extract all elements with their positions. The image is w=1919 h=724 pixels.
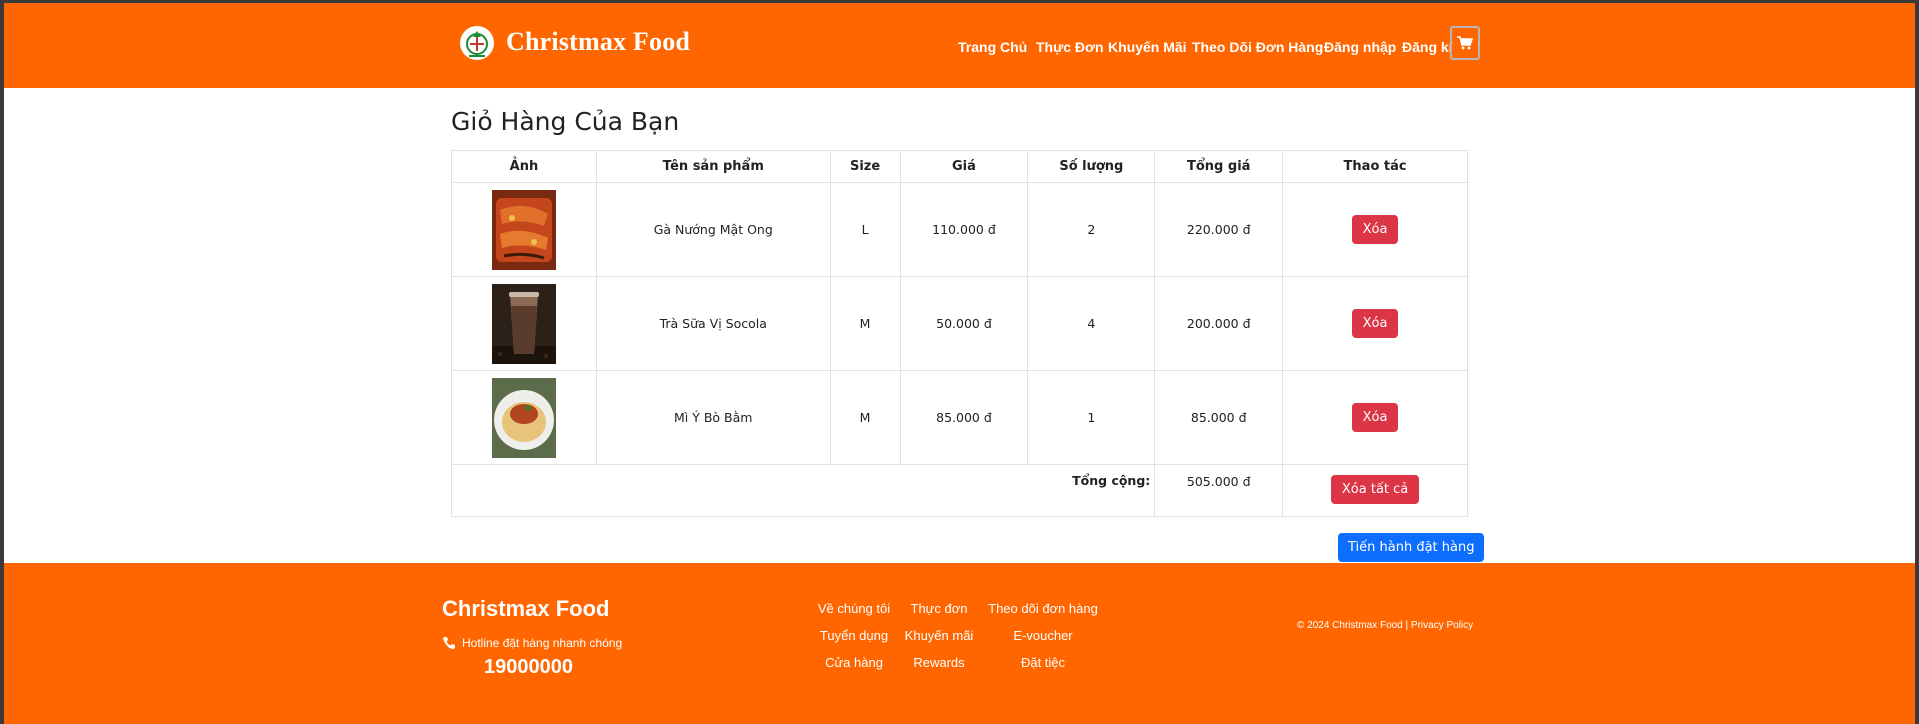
product-name: Trà Sữa Vị Socola	[595, 276, 831, 371]
col-price: Giá	[899, 150, 1029, 183]
product-size: M	[829, 370, 901, 465]
delete-item-button[interactable]: Xóa	[1351, 215, 1399, 244]
product-price: 85.000 đ	[899, 370, 1029, 465]
table-row: Gà Nướng Mật Ong L 110.000 đ 2 220.000 đ…	[451, 182, 1468, 277]
table-row: Trà Sữa Vị Socola M 50.000 đ 4 200.000 đ…	[451, 276, 1468, 371]
footer-link-track-order[interactable]: Theo dõi đơn hàng	[988, 601, 1098, 616]
table-row: Mì Ý Bò Bằm M 85.000 đ 1 85.000 đ Xóa	[451, 370, 1468, 465]
hotline-label: Hotline đặt hàng nhanh chóng	[462, 636, 623, 650]
delete-all-button[interactable]: Xóa tất cả	[1330, 475, 1420, 504]
cart-button[interactable]	[1450, 26, 1480, 60]
product-size: L	[829, 182, 901, 277]
nav-home[interactable]: Trang Chủ	[958, 39, 1027, 55]
total-label: Tổng cộng:	[1072, 473, 1151, 488]
nav-promotions[interactable]: Khuyến Mãi	[1108, 39, 1187, 55]
footer-link-catering[interactable]: Đặt tiệc	[1021, 655, 1065, 670]
product-image-grilled-chicken	[491, 189, 556, 270]
logo-icon[interactable]	[459, 25, 495, 61]
nav-track-order[interactable]: Theo Dõi Đơn Hàng	[1192, 39, 1323, 55]
product-size: M	[829, 276, 901, 371]
hotline-number[interactable]: 19000000	[484, 656, 573, 679]
nav-register[interactable]: Đăng kí	[1402, 39, 1453, 55]
product-image-spaghetti	[491, 377, 556, 458]
cart-icon	[1457, 36, 1473, 50]
cart-table: Ảnh Tên sản phẩm Size Giá Số lượng Tổng …	[450, 150, 1468, 517]
product-name: Mì Ý Bò Bằm	[595, 370, 831, 465]
copyright: © 2024 Christmax Food | Privacy Policy	[1297, 620, 1474, 631]
product-total: 220.000 đ	[1154, 182, 1284, 277]
product-quantity: 1	[1027, 370, 1156, 465]
nav-menu[interactable]: Thực Đơn	[1036, 39, 1104, 55]
product-price: 110.000 đ	[899, 182, 1029, 277]
product-quantity: 4	[1027, 276, 1156, 371]
footer-link-menu[interactable]: Thực đơn	[911, 601, 968, 616]
phone-icon	[443, 637, 455, 649]
product-name: Gà Nướng Mật Ong	[595, 182, 831, 277]
total-value: 505.000 đ	[1186, 474, 1251, 489]
footer-link-about[interactable]: Về chúng tôi	[818, 601, 890, 616]
footer-link-promotions[interactable]: Khuyến mãi	[905, 628, 974, 643]
col-total: Tổng giá	[1154, 150, 1284, 183]
delete-item-button[interactable]: Xóa	[1351, 403, 1399, 432]
product-image-milk-tea	[491, 283, 556, 364]
footer-link-careers[interactable]: Tuyển dụng	[820, 628, 888, 643]
product-quantity: 2	[1027, 182, 1156, 277]
footer-link-rewards[interactable]: Rewards	[913, 655, 964, 670]
col-product-name: Tên sản phẩm	[595, 150, 831, 183]
browser-viewport: Christmax Food Trang Chủ Thực Đơn Khuyến…	[4, 3, 1915, 724]
hotline: Hotline đặt hàng nhanh chóng	[442, 636, 622, 650]
col-actions: Thao tác	[1282, 150, 1468, 183]
nav-login[interactable]: Đăng nhập	[1324, 39, 1396, 55]
product-total: 200.000 đ	[1154, 276, 1284, 371]
product-total: 85.000 đ	[1154, 370, 1284, 465]
page-title: Giỏ Hàng Của Bạn	[451, 107, 680, 136]
checkout-button[interactable]: Tiến hành đặt hàng	[1338, 533, 1485, 562]
footer-link-evoucher[interactable]: E-voucher	[1013, 628, 1072, 643]
table-header-row: Ảnh Tên sản phẩm Size Giá Số lượng Tổng …	[451, 150, 1468, 183]
total-row: Tổng cộng: 505.000 đ Xóa tất cả	[450, 464, 1468, 517]
footer-link-stores[interactable]: Cửa hàng	[825, 655, 883, 670]
delete-item-button[interactable]: Xóa	[1351, 309, 1399, 338]
col-quantity: Số lượng	[1027, 150, 1156, 183]
site-footer: Christmax Food Hotline đặt hàng nhanh ch…	[4, 563, 1915, 724]
product-price: 50.000 đ	[899, 276, 1029, 371]
col-size: Size	[829, 150, 901, 183]
col-image: Ảnh	[451, 150, 597, 183]
brand-name[interactable]: Christmax Food	[506, 27, 690, 57]
site-header: Christmax Food Trang Chủ Thực Đơn Khuyến…	[4, 3, 1915, 88]
footer-brand: Christmax Food	[442, 596, 610, 621]
